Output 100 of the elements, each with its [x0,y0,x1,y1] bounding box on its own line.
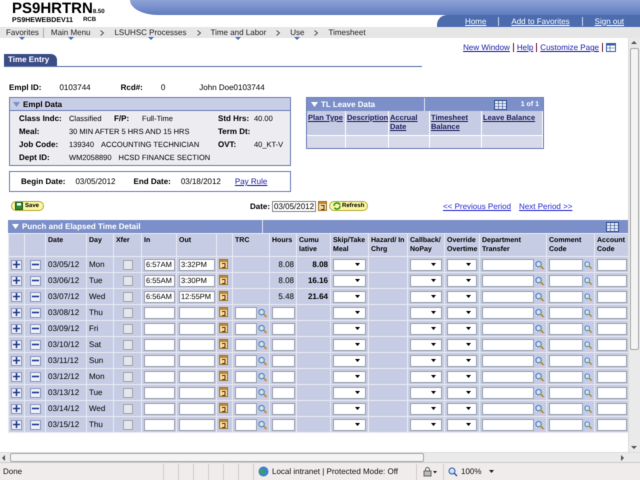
tab[interactable]: Time Entry [4,54,58,66]
header-link[interactable]: Sign out [582,16,636,26]
dropdown-field[interactable] [410,338,442,350]
dropdown-field[interactable] [447,306,477,318]
calendar-icon[interactable] [219,290,228,300]
calendar-icon[interactable] [318,201,328,211]
dropdown-field[interactable] [333,274,366,286]
search-icon[interactable] [584,276,592,286]
search-icon[interactable] [258,372,267,382]
add-row-button[interactable] [11,308,22,318]
input-field[interactable] [144,306,175,318]
page-link[interactable]: New Window [460,43,514,52]
calendar-icon[interactable] [219,354,228,364]
delete-row-button[interactable] [30,372,40,382]
dropdown-field[interactable] [410,322,442,334]
page-link[interactable]: Help [514,43,538,52]
input-field[interactable] [144,322,175,334]
collapse-icon[interactable] [13,102,20,106]
input-field[interactable] [597,322,627,334]
input-field[interactable] [144,338,175,350]
search-icon[interactable] [258,420,267,430]
input-field[interactable] [272,354,295,366]
input-field[interactable] [482,402,534,414]
collapse-icon[interactable] [12,224,19,229]
search-icon[interactable] [535,356,544,366]
scroll-thumb[interactable] [10,453,424,462]
input-field[interactable] [272,338,295,350]
grid-icon[interactable] [606,222,619,232]
page-link[interactable]: Customize Page [537,43,603,52]
input-field[interactable] [179,354,215,366]
search-icon[interactable] [584,388,592,398]
header-link[interactable]: Home [453,16,498,26]
input-field[interactable] [235,354,257,366]
input-field[interactable] [549,306,583,318]
checkbox[interactable] [122,420,132,430]
search-icon[interactable] [535,388,544,398]
delete-row-button[interactable] [30,308,40,318]
delete-row-button[interactable] [30,324,40,334]
dropdown-field[interactable] [410,418,442,430]
input-field[interactable] [482,354,534,366]
input-field[interactable] [235,322,257,334]
input-field[interactable] [272,370,295,382]
search-icon[interactable] [535,260,544,270]
input-field[interactable] [597,370,627,382]
calendar-icon[interactable] [219,258,228,268]
pay-rule-link[interactable]: Pay Rule [234,177,268,186]
breadcrumb-item[interactable]: LSUHSC Processes [110,28,191,38]
delete-row-button[interactable] [30,420,40,430]
checkbox[interactable] [122,372,132,382]
delete-row-button[interactable] [30,260,40,270]
dropdown-field[interactable] [333,290,366,302]
input-field[interactable] [272,322,295,334]
dropdown-field[interactable] [333,386,366,398]
dropdown-field[interactable] [410,274,442,286]
dropdown-field[interactable] [333,354,366,366]
input-field[interactable] [144,402,175,414]
breadcrumb-item[interactable]: Time and Labor [206,28,270,38]
search-icon[interactable] [584,404,592,414]
add-row-button[interactable] [11,372,22,382]
checkbox[interactable] [122,356,132,366]
input-field[interactable] [235,418,257,430]
dropdown-field[interactable] [333,402,366,414]
input-field[interactable] [597,402,627,414]
input-field[interactable] [482,290,534,302]
previous-period-link[interactable]: << Previous Period [443,202,512,210]
zoom-icon[interactable] [448,466,458,476]
input-field[interactable] [179,402,215,414]
input-field[interactable] [597,274,627,286]
input-field[interactable] [597,306,627,318]
input-field[interactable] [482,386,534,398]
checkbox[interactable] [122,260,132,270]
input-field[interactable] [597,338,627,350]
dropdown-field[interactable] [447,418,477,430]
checkbox[interactable] [122,340,132,350]
checkbox[interactable] [122,388,132,398]
input-field[interactable] [144,386,175,398]
dropdown-field[interactable] [410,354,442,366]
search-icon[interactable] [535,340,544,350]
input-field[interactable] [272,306,295,318]
search-icon[interactable] [584,292,592,302]
dropdown-field[interactable] [410,370,442,382]
lock-icon[interactable] [423,466,437,476]
search-icon[interactable] [258,308,267,318]
input-field[interactable] [482,338,534,350]
dropdown-field[interactable] [333,370,366,382]
add-row-button[interactable] [11,260,22,270]
search-icon[interactable] [535,308,544,318]
dropdown-field[interactable] [447,354,477,366]
dropdown-field[interactable] [447,274,477,286]
date-field[interactable]: 03/05/2012 [272,200,316,212]
input-field[interactable] [179,306,215,318]
input-field[interactable] [549,290,583,302]
calendar-icon[interactable] [219,322,228,332]
input-field[interactable] [179,386,215,398]
input-field[interactable] [272,418,295,430]
breadcrumb-item[interactable]: Main Menu [46,28,94,38]
input-field[interactable] [549,402,583,414]
search-icon[interactable] [535,276,544,286]
search-icon[interactable] [258,388,267,398]
search-icon[interactable] [258,356,267,366]
